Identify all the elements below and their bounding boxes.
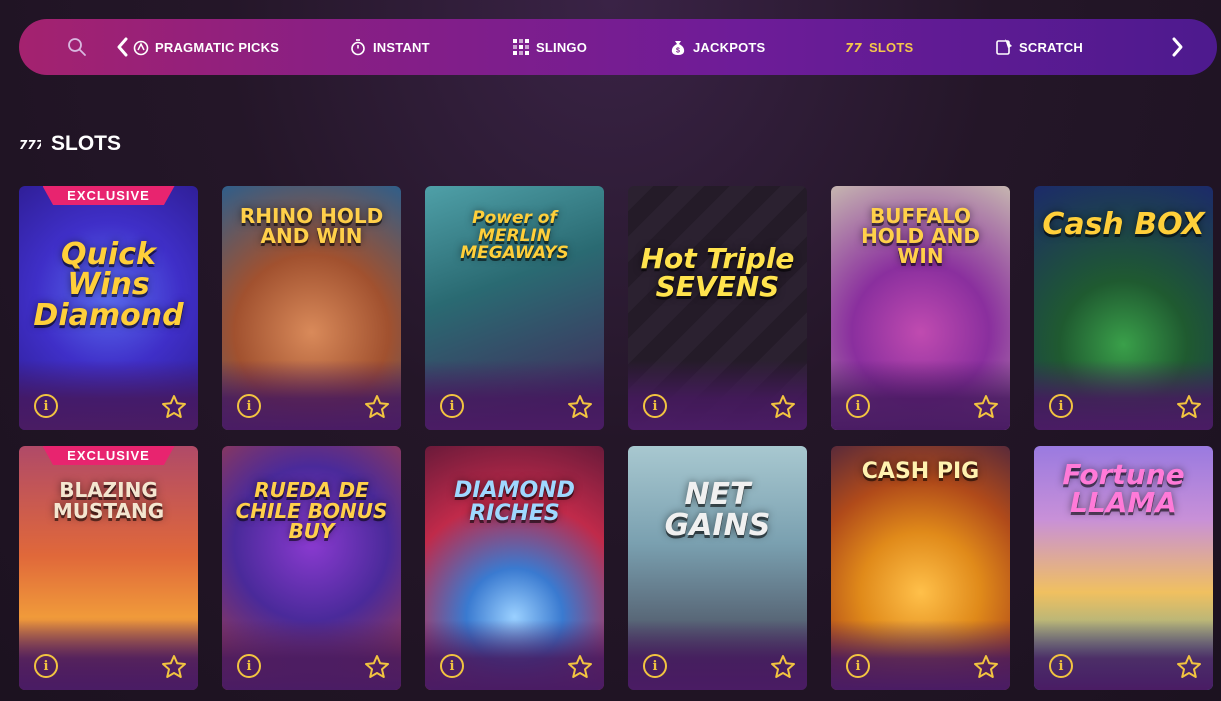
section-title: SLOTS [51,132,122,155]
nav-item-slingo[interactable]: SLINGO [512,35,587,59]
money-bag-icon: $ [671,41,685,55]
info-icon[interactable]: i [1049,394,1073,418]
star-icon[interactable] [1176,654,1202,680]
star-icon[interactable] [770,394,796,420]
search-icon[interactable] [67,37,87,57]
nav-item-slots[interactable]: 777 SLOTS [845,35,913,59]
star-icon[interactable] [973,394,999,420]
star-icon[interactable] [1176,394,1202,420]
info-icon[interactable]: i [440,654,464,678]
game-title: Quick Wins Diamond [33,236,184,333]
star-icon[interactable] [973,654,999,680]
info-icon[interactable]: i [237,394,261,418]
exclusive-badge: EXCLUSIVE [42,446,175,465]
info-icon[interactable]: i [440,394,464,418]
game-title: BLAZING MUSTANG [52,478,165,523]
game-title: NET GAINS [664,477,771,543]
svg-text:777: 777 [845,41,863,55]
star-icon[interactable] [567,394,593,420]
svg-text:$: $ [676,48,680,55]
pragmatic-icon [133,40,149,56]
nav-item-label: PRAGMATIC PICKS [155,39,280,55]
stopwatch-icon [351,39,365,56]
game-tile[interactable]: BUFFALO HOLD AND WIN i [831,186,1010,430]
game-tile[interactable]: RUEDA DE CHILE BONUS BUY i [222,446,401,690]
star-icon[interactable] [161,654,187,680]
nav-item-label: SLINGO [536,39,588,55]
info-icon[interactable]: i [643,394,667,418]
game-title: CASH PIG [861,458,980,484]
nav-item-label: SCRATCH [1019,39,1083,55]
game-tile[interactable]: Cash BOX i [1034,186,1213,430]
game-title: DIAMOND RICHES [454,478,575,526]
info-icon[interactable]: i [643,654,667,678]
game-title: Cash BOX [1042,207,1205,243]
nav-item-instant[interactable]: INSTANT [349,35,430,59]
game-tile[interactable]: EXCLUSIVE Quick Wins Diamond i [19,186,198,430]
game-title: BUFFALO HOLD AND WIN [861,203,980,269]
section-heading: 777 SLOTS [19,130,121,158]
category-nav-bar: PRAGMATIC PICKS INSTANT SLINGO $ JACKPOT… [19,19,1217,75]
scratch-card-icon [996,39,1012,55]
star-icon[interactable] [770,654,796,680]
star-icon[interactable] [161,394,187,420]
svg-text:777: 777 [19,138,41,152]
game-title: Fortune LLAMA [1062,457,1185,520]
nav-item-pragmatic-picks[interactable]: PRAGMATIC PICKS [131,35,279,59]
game-title: RHINO HOLD AND WIN [239,203,384,248]
game-tile[interactable]: DIAMOND RICHES i [425,446,604,690]
nav-item-label: INSTANT [373,39,430,55]
slingo-grid-icon [513,39,529,55]
exclusive-badge: EXCLUSIVE [42,186,175,205]
star-icon[interactable] [364,654,390,680]
info-icon[interactable]: i [34,654,58,678]
game-tile[interactable]: CASH PIG i [831,446,1010,690]
chevron-left-icon[interactable] [115,36,129,58]
nav-item-scratch[interactable]: SCRATCH [995,35,1083,59]
game-tile[interactable]: EXCLUSIVE BLAZING MUSTANG i [19,446,198,690]
game-title: Power of MERLIN MEGAWAYS [460,208,569,264]
info-icon[interactable]: i [34,394,58,418]
game-title: RUEDA DE CHILE BONUS BUY [235,478,388,543]
star-icon[interactable] [364,394,390,420]
info-icon[interactable]: i [237,654,261,678]
777-icon: 777 [19,138,41,152]
nav-item-jackpots[interactable]: $ JACKPOTS [669,35,765,59]
game-tile[interactable]: RHINO HOLD AND WIN i [222,186,401,430]
game-title: Hot Triple SEVENS [640,241,795,304]
info-icon[interactable]: i [1049,654,1073,678]
game-tile[interactable]: Power of MERLIN MEGAWAYS i [425,186,604,430]
chevron-right-icon[interactable] [1171,36,1185,58]
nav-item-label: SLOTS [869,39,914,55]
game-tile[interactable]: Fortune LLAMA i [1034,446,1213,690]
game-tile[interactable]: NET GAINS i [628,446,807,690]
777-icon: 777 [845,41,863,55]
nav-item-label: JACKPOTS [693,39,766,55]
game-tile[interactable]: Hot Triple SEVENS i [628,186,807,430]
star-icon[interactable] [567,654,593,680]
info-icon[interactable]: i [846,654,870,678]
info-icon[interactable]: i [846,394,870,418]
